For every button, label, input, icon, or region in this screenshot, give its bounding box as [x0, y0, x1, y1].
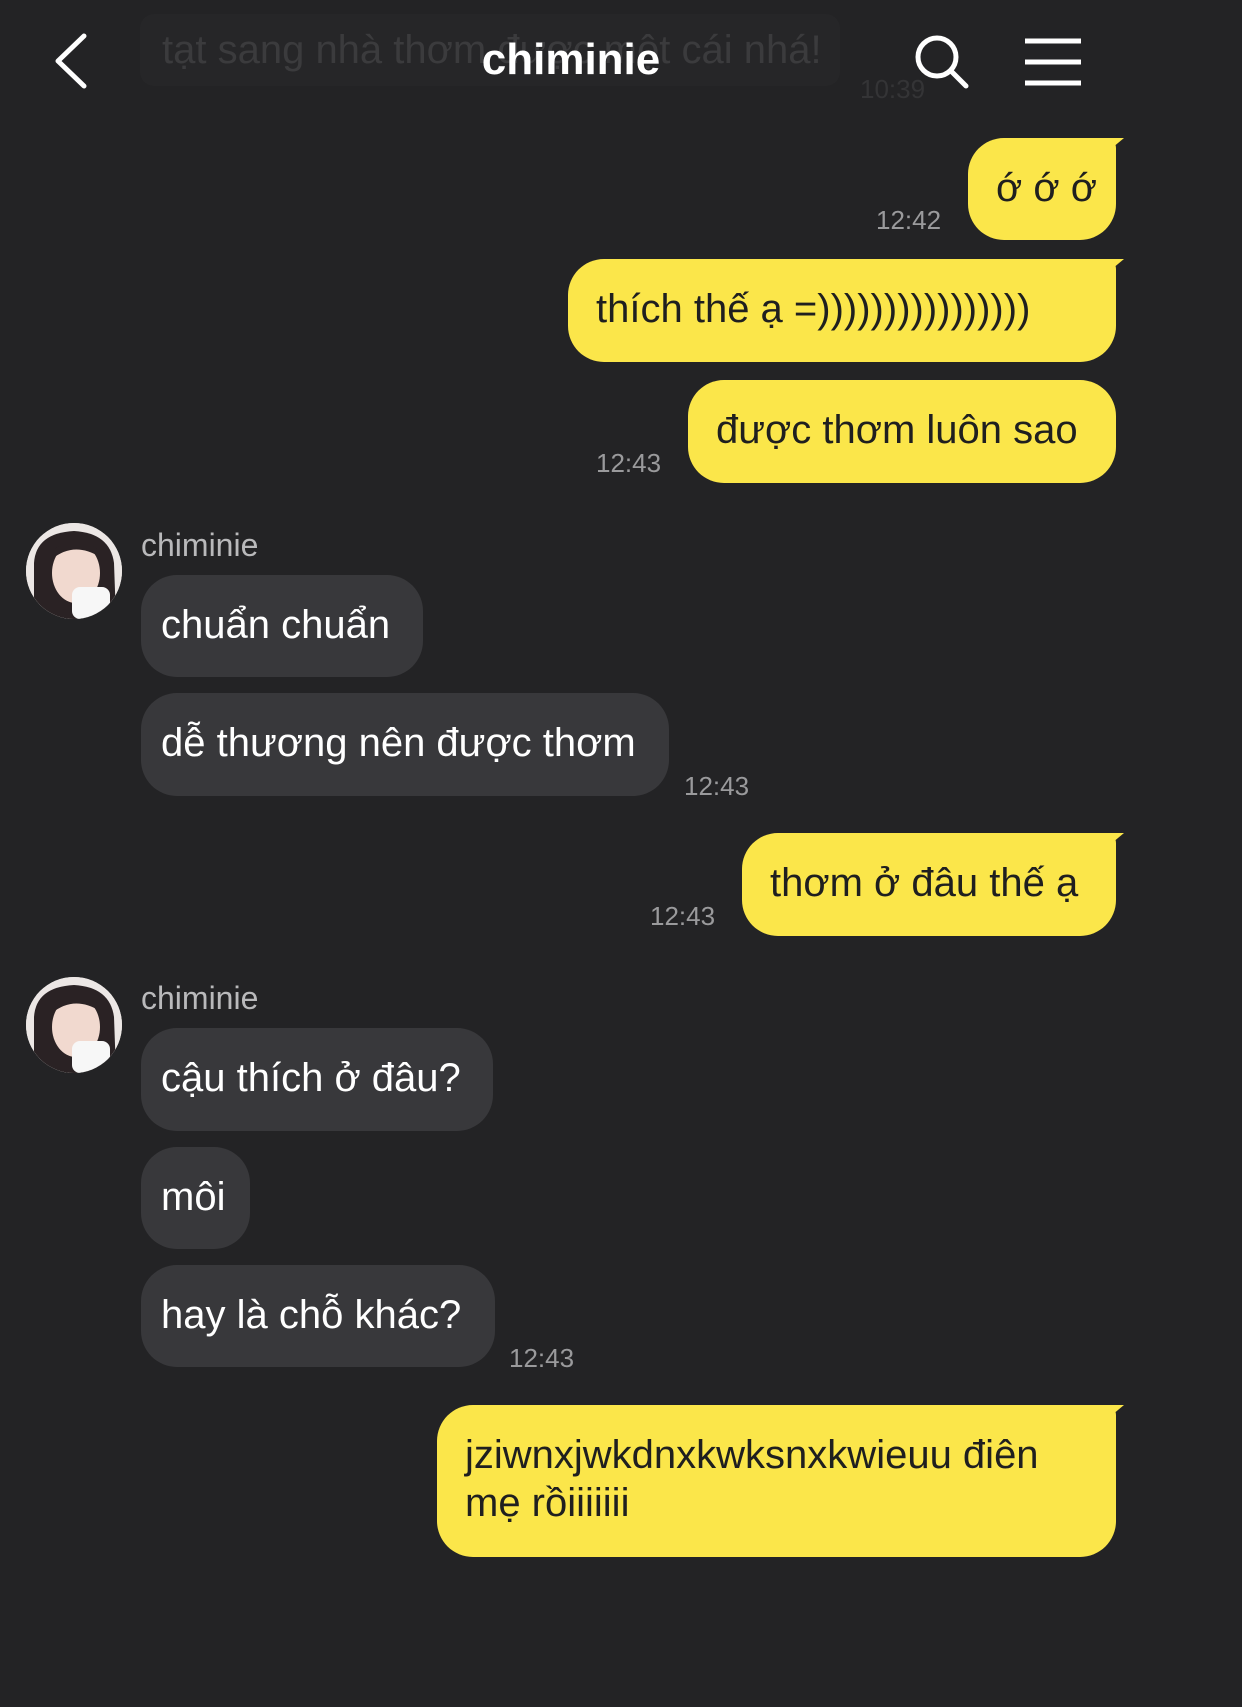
chevron-left-icon[interactable] — [48, 30, 100, 92]
message-time: 12:43 — [596, 448, 662, 478]
incoming-message[interactable]: môi — [141, 1147, 250, 1249]
hamburger-menu-icon[interactable] — [1022, 36, 1084, 88]
message-time: 12:43 — [684, 771, 750, 801]
sender-name: chiminie — [141, 980, 259, 1016]
chat-header: tạt sang nhà thơm được một cái nhá! 10:3… — [0, 0, 1142, 120]
avatar[interactable] — [26, 977, 122, 1073]
sender-name: chiminie — [141, 527, 259, 563]
message-time: 12:42 — [876, 205, 942, 235]
message-time: 12:43 — [650, 901, 716, 931]
outgoing-message[interactable]: thích thế ạ =)))))))))))))))) — [568, 259, 1116, 362]
outgoing-message[interactable]: thơm ở đâu thế ạ — [742, 833, 1116, 936]
incoming-message[interactable]: dễ thương nên được thơm — [141, 693, 669, 796]
avatar-photo — [26, 977, 122, 1073]
outgoing-message[interactable]: được thơm luôn sao — [688, 380, 1116, 483]
incoming-message[interactable]: chuẩn chuẩn — [141, 575, 423, 677]
outgoing-message[interactable]: jziwnxjwkdnxkwksnxkwieuu điên mẹ rồiiiii… — [437, 1405, 1116, 1557]
avatar[interactable] — [26, 523, 122, 619]
avatar-photo — [26, 523, 122, 619]
message-time: 12:43 — [509, 1343, 575, 1373]
search-icon[interactable] — [912, 32, 972, 92]
incoming-message[interactable]: hay là chỗ khác? — [141, 1265, 495, 1367]
outgoing-message[interactable]: ớ ớ ớ — [968, 138, 1116, 240]
incoming-message[interactable]: cậu thích ở đâu? — [141, 1028, 493, 1131]
